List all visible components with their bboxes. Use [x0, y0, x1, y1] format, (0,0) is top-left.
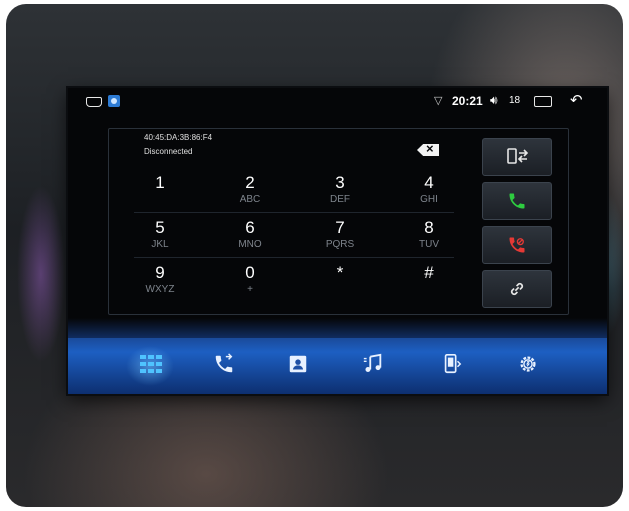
key-8[interactable]: 8 TUV: [389, 213, 469, 255]
app-icon[interactable]: [108, 95, 120, 107]
head-unit-screen: ▽ 20:21 🔊︎ 18 ↶ 40:45:DA:3B:86:F4 Discon…: [68, 88, 607, 394]
status-bar: ▽ 20:21 🔊︎ 18 ↶: [68, 88, 607, 114]
contacts-icon[interactable]: [287, 353, 309, 375]
music-icon[interactable]: [362, 353, 384, 375]
phone-device-icon[interactable]: [441, 353, 463, 375]
key-7[interactable]: 7 PQRS: [300, 213, 380, 255]
key-hash[interactable]: #: [389, 258, 469, 300]
key-1[interactable]: 1: [120, 168, 200, 210]
hang-up-button[interactable]: [482, 226, 552, 264]
key-star[interactable]: *: [300, 258, 380, 300]
device-address: 40:45:DA:3B:86:F4: [144, 133, 213, 142]
home-icon[interactable]: [86, 97, 102, 107]
key-6[interactable]: 6 MNO: [210, 213, 290, 255]
settings-icon[interactable]: [517, 353, 539, 375]
back-icon[interactable]: ↶: [570, 91, 583, 109]
recent-apps-icon[interactable]: [534, 96, 552, 107]
key-4[interactable]: 4 GHI: [389, 168, 469, 210]
clock: 20:21: [452, 94, 483, 108]
dialpad-icon[interactable]: [139, 353, 162, 375]
key-5[interactable]: 5 JKL: [120, 213, 200, 255]
transfer-audio-icon: [507, 148, 529, 164]
link-button[interactable]: [482, 270, 552, 308]
key-3[interactable]: 3 DEF: [300, 168, 380, 210]
wifi-icon: ▽: [434, 95, 443, 107]
volume-icon[interactable]: 🔊︎: [490, 93, 498, 108]
key-0[interactable]: 0 +: [210, 258, 290, 300]
transfer-audio-button[interactable]: [482, 138, 552, 176]
key-2[interactable]: 2 ABC: [210, 168, 290, 210]
device-frame: ▽ 20:21 🔊︎ 18 ↶ 40:45:DA:3B:86:F4 Discon…: [6, 4, 623, 507]
bottom-nav: [68, 318, 607, 394]
call-icon: [509, 193, 525, 209]
link-icon: [510, 282, 524, 296]
connection-status: Disconnected: [144, 147, 193, 156]
call-log-icon[interactable]: [213, 353, 235, 375]
hang-up-icon: [509, 237, 525, 253]
volume-level: 18: [509, 95, 521, 106]
call-button[interactable]: [482, 182, 552, 220]
background-glow-left: [6, 154, 66, 394]
backspace-icon[interactable]: [417, 144, 439, 156]
key-9[interactable]: 9 WXYZ: [120, 258, 200, 300]
